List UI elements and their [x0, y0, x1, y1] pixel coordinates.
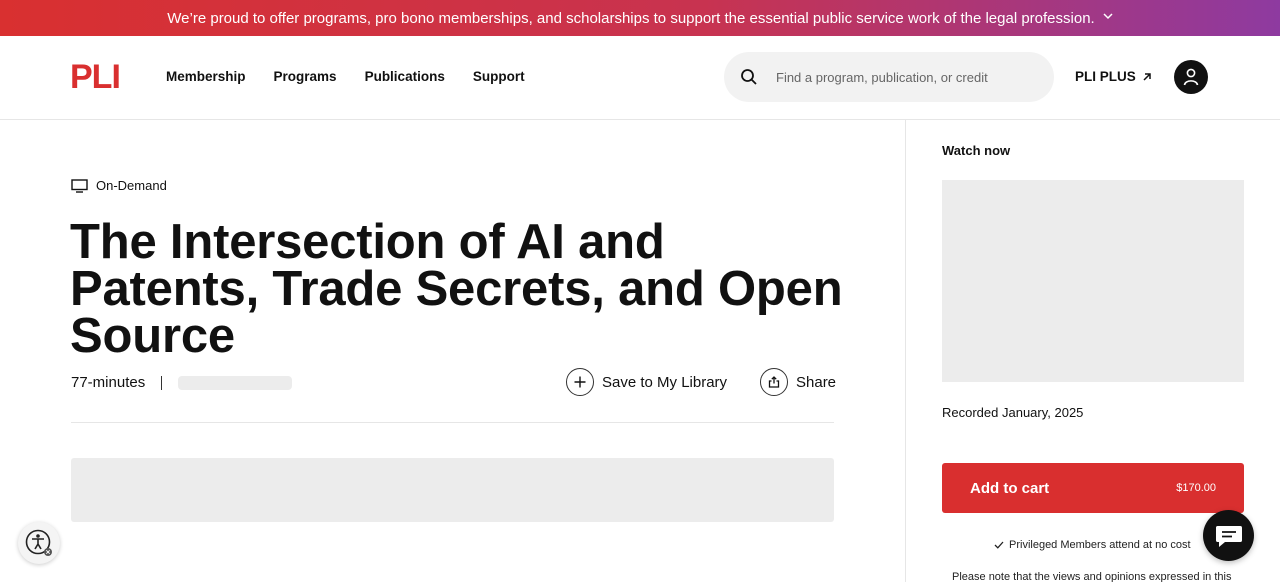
pli-logo[interactable]: PLI — [70, 60, 121, 94]
recorded-date: Recorded January, 2025 — [942, 405, 1084, 420]
nav-support[interactable]: Support — [473, 69, 525, 84]
nav-publications[interactable]: Publications — [365, 69, 445, 84]
program-meta: 77-minutes — [71, 374, 293, 391]
nav-membership[interactable]: Membership — [166, 69, 246, 84]
save-label: Save to My Library — [602, 373, 728, 391]
monitor-icon — [71, 178, 88, 193]
arrow-up-right-icon — [1143, 72, 1151, 81]
format-label: On-Demand — [71, 178, 167, 193]
search-bar — [724, 52, 1054, 102]
loading-placeholder — [178, 375, 293, 390]
add-to-cart-button[interactable]: Add to cart $170.00 — [942, 463, 1244, 513]
share-button[interactable]: Share — [760, 368, 836, 396]
nav-programs[interactable]: Programs — [274, 69, 337, 84]
pli-plus-label: PLI PLUS — [1075, 69, 1136, 84]
price: $170.00 — [1176, 482, 1216, 494]
plus-icon — [566, 368, 594, 396]
cart-label: Add to cart — [970, 479, 1050, 497]
chat-button[interactable] — [1203, 510, 1254, 561]
chat-bubble-icon — [1215, 525, 1242, 547]
duration: 77-minutes — [71, 374, 146, 391]
meta-divider — [161, 375, 163, 390]
section-divider — [71, 422, 834, 423]
video-placeholder[interactable] — [942, 180, 1244, 382]
format-text: On-Demand — [96, 178, 167, 193]
share-label: Share — [796, 373, 837, 391]
announcement-banner[interactable]: We’re proud to offer programs, pro bono … — [0, 0, 1280, 36]
search-icon[interactable] — [740, 68, 758, 86]
program-main: On-Demand The Intersection of AI and Pat… — [0, 120, 905, 582]
main-nav: Membership Programs Publications Support — [166, 69, 525, 84]
privileged-note: Privileged Members attend at no cost — [994, 539, 1191, 551]
disclaimer-text: Please note that the views and opinions … — [952, 571, 1232, 582]
site-header: PLI Membership Programs Publications Sup… — [0, 36, 1280, 120]
search-input[interactable] — [776, 65, 1036, 89]
share-icon — [760, 368, 788, 396]
save-to-library-button[interactable]: Save to My Library — [566, 368, 727, 396]
check-icon — [994, 541, 1004, 549]
account-button[interactable] — [1174, 60, 1208, 94]
content-loading-placeholder — [71, 458, 834, 522]
accessibility-icon — [25, 529, 52, 556]
chevron-down-icon[interactable] — [1103, 11, 1113, 23]
pli-plus-link[interactable]: PLI PLUS — [1075, 69, 1152, 84]
watch-now-heading: Watch now — [942, 143, 1011, 158]
banner-text: We’re proud to offer programs, pro bono … — [167, 9, 1095, 27]
privileged-text: Privileged Members attend at no cost — [1009, 539, 1191, 551]
page-title: The Intersection of AI and Patents, Trad… — [70, 215, 843, 363]
accessibility-button[interactable] — [18, 522, 60, 564]
user-icon — [1183, 68, 1199, 86]
